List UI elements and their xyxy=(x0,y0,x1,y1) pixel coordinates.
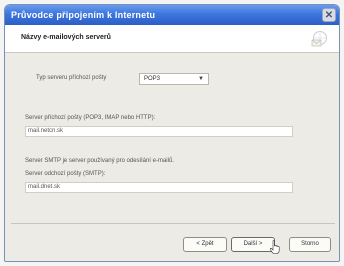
outgoing-server-value: mail.dnet.sk xyxy=(28,184,61,190)
cancel-button[interactable]: Storno xyxy=(289,237,331,252)
server-type-label: Typ serveru příchozí pošty xyxy=(36,75,107,81)
chevron-down-icon: ▼ xyxy=(198,76,204,82)
smtp-note: Server SMTP je server používaný pro odes… xyxy=(25,158,174,164)
server-type-select[interactable]: POP3 ▼ xyxy=(139,73,209,85)
close-button[interactable]: ✕ xyxy=(322,8,336,22)
wizard-window: Průvodce připojením k Internetu ✕ Názvy … xyxy=(4,4,340,262)
incoming-server-label: Server příchozí pošty (POP3, IMAP nebo H… xyxy=(25,115,156,121)
envelope-globe-icon xyxy=(311,31,327,47)
hand-cursor-icon xyxy=(270,240,280,254)
back-button[interactable]: < Zpět xyxy=(183,237,227,252)
server-type-value: POP3 xyxy=(144,76,161,82)
wizard-header: Názvy e-mailových serverů xyxy=(5,25,339,53)
incoming-server-input[interactable]: mail.netcn.sk xyxy=(25,126,293,137)
outgoing-server-label: Server odchozí pošty (SMTP): xyxy=(25,171,106,177)
title-bar: Průvodce připojením k Internetu ✕ xyxy=(5,5,339,25)
page-title: Názvy e-mailových serverů xyxy=(21,34,111,41)
next-button[interactable]: Další > xyxy=(231,237,275,252)
footer-divider xyxy=(11,223,335,224)
close-icon: ✕ xyxy=(324,10,334,21)
incoming-server-value: mail.netcn.sk xyxy=(28,128,64,134)
window-title: Průvodce připojením k Internetu xyxy=(11,10,156,20)
outgoing-server-input[interactable]: mail.dnet.sk xyxy=(25,182,293,193)
